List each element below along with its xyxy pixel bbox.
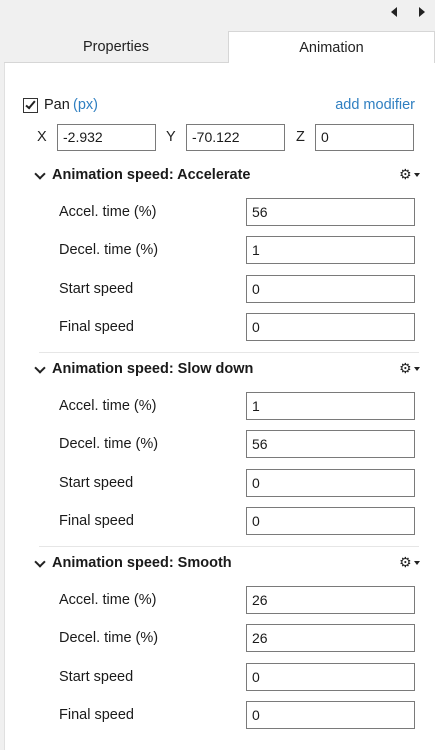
- z-label: Z: [296, 129, 305, 145]
- final-speed-input[interactable]: 0: [246, 507, 415, 535]
- decel-time-input[interactable]: 26: [246, 624, 415, 652]
- chevron-down-icon[interactable]: [34, 362, 46, 374]
- pan-checkbox[interactable]: [23, 98, 38, 113]
- prop-row-accel-time: Accel. time (%) 1: [5, 392, 435, 420]
- triangle-left-icon[interactable]: [389, 4, 401, 20]
- x-input[interactable]: -2.932: [57, 124, 156, 151]
- animation-panel: Pan (px) add modifier X -2.932 Y -70.122…: [4, 63, 435, 750]
- tab-properties[interactable]: Properties: [4, 31, 228, 63]
- pan-unit-link[interactable]: (px): [73, 97, 98, 113]
- pan-xyz-row: X -2.932 Y -70.122 Z 0: [5, 124, 435, 152]
- prop-row-final-speed: Final speed 0: [5, 507, 435, 535]
- prop-label: Decel. time (%): [59, 436, 159, 452]
- x-label: X: [37, 129, 47, 145]
- prop-label: Start speed: [59, 669, 134, 685]
- prop-label: Decel. time (%): [59, 630, 159, 646]
- section-header[interactable]: Animation speed: Smooth ⚙: [33, 554, 423, 574]
- checkmark-icon: [25, 98, 36, 110]
- y-label: Y: [166, 129, 176, 145]
- decel-time-input[interactable]: 1: [246, 236, 415, 264]
- gear-icon[interactable]: ⚙: [399, 554, 421, 572]
- prop-label: Start speed: [59, 281, 134, 297]
- section-title: Animation speed: Smooth: [52, 555, 232, 571]
- prop-row-decel-time: Decel. time (%) 1: [5, 236, 435, 264]
- prop-label: Accel. time (%): [59, 592, 157, 608]
- section-header[interactable]: Animation speed: Accelerate ⚙: [33, 166, 423, 186]
- prop-label: Start speed: [59, 475, 134, 491]
- prop-label: Accel. time (%): [59, 204, 157, 220]
- section-title: Animation speed: Accelerate: [52, 167, 251, 183]
- start-speed-input[interactable]: 0: [246, 275, 415, 303]
- add-modifier-link[interactable]: add modifier: [335, 97, 415, 113]
- gear-icon[interactable]: ⚙: [399, 360, 421, 378]
- gear-icon[interactable]: ⚙: [399, 166, 421, 184]
- section-title: Animation speed: Slow down: [52, 361, 254, 377]
- accel-time-input[interactable]: 56: [246, 198, 415, 226]
- prop-row-accel-time: Accel. time (%) 26: [5, 586, 435, 614]
- chevron-down-icon[interactable]: [34, 168, 46, 180]
- prop-row-start-speed: Start speed 0: [5, 469, 435, 497]
- prop-label: Final speed: [59, 513, 134, 529]
- chevron-down-icon[interactable]: [34, 556, 46, 568]
- prop-row-accel-time: Accel. time (%) 56: [5, 198, 435, 226]
- triangle-right-icon[interactable]: [415, 4, 427, 20]
- start-speed-input[interactable]: 0: [246, 469, 415, 497]
- y-input[interactable]: -70.122: [186, 124, 285, 151]
- prop-row-decel-time: Decel. time (%) 26: [5, 624, 435, 652]
- prop-row-decel-time: Decel. time (%) 56: [5, 430, 435, 458]
- section-divider: [39, 352, 419, 353]
- prop-label: Decel. time (%): [59, 242, 159, 258]
- section-header[interactable]: Animation speed: Slow down ⚙: [33, 360, 423, 380]
- prop-label: Accel. time (%): [59, 398, 157, 414]
- tab-animation[interactable]: Animation: [228, 31, 435, 63]
- section-smooth: Animation speed: Smooth ⚙ Accel. time (%…: [5, 554, 435, 744]
- final-speed-input[interactable]: 0: [246, 313, 415, 341]
- prop-row-final-speed: Final speed 0: [5, 313, 435, 341]
- section-divider: [39, 546, 419, 547]
- prop-row-start-speed: Start speed 0: [5, 275, 435, 303]
- pan-label: Pan: [44, 97, 70, 113]
- prop-row-start-speed: Start speed 0: [5, 663, 435, 691]
- prop-label: Final speed: [59, 319, 134, 335]
- pan-row: Pan (px) add modifier: [23, 96, 433, 116]
- accel-time-input[interactable]: 1: [246, 392, 415, 420]
- section-accelerate: Animation speed: Accelerate ⚙ Accel. tim…: [5, 166, 435, 356]
- panel-nav-arrows: [389, 4, 427, 20]
- z-input[interactable]: 0: [315, 124, 414, 151]
- prop-label: Final speed: [59, 707, 134, 723]
- top-bar: [0, 0, 435, 30]
- accel-time-input[interactable]: 26: [246, 586, 415, 614]
- prop-row-final-speed: Final speed 0: [5, 701, 435, 729]
- final-speed-input[interactable]: 0: [246, 701, 415, 729]
- tab-bar: Properties Animation: [0, 31, 435, 63]
- start-speed-input[interactable]: 0: [246, 663, 415, 691]
- decel-time-input[interactable]: 56: [246, 430, 415, 458]
- section-slow-down: Animation speed: Slow down ⚙ Accel. time…: [5, 360, 435, 550]
